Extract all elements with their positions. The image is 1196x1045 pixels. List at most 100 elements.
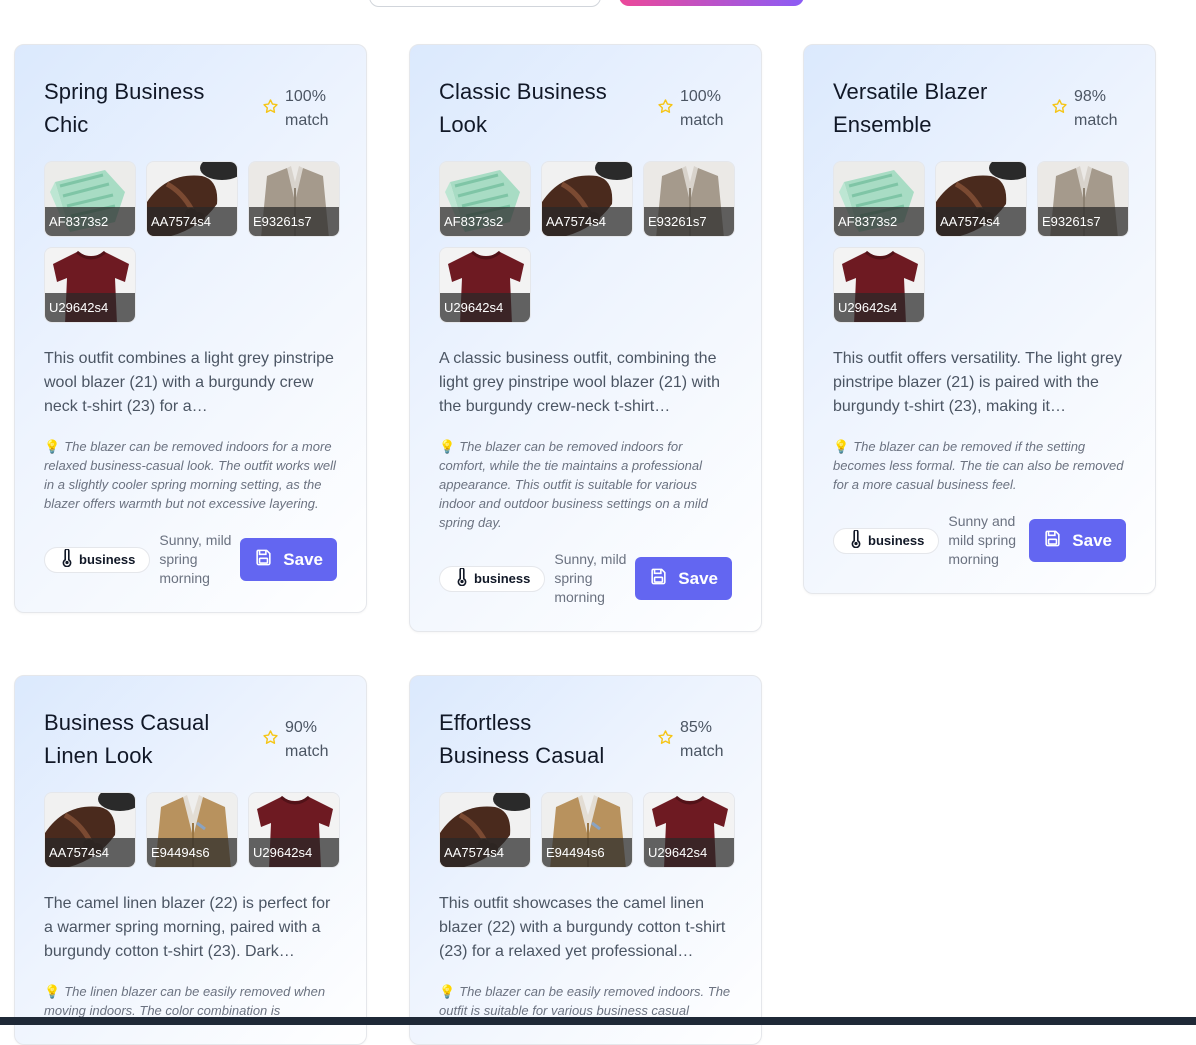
item-thumbnail[interactable]: AA7574s4	[146, 161, 238, 237]
outfit-description: This outfit combines a light grey pinstr…	[44, 350, 334, 415]
item-thumbnail[interactable]: U29642s4	[643, 792, 735, 868]
card-header: Versatile Blazer Ensemble 98% match	[833, 75, 1126, 141]
card-footer: business Sunny, mild spring morning Save	[439, 550, 732, 607]
weather-text: Sunny and mild spring morning	[948, 513, 1017, 567]
outfit-card: Spring Business Chic 100% match AF8373s2…	[14, 44, 367, 613]
item-thumbnail[interactable]: E93261s7	[1037, 161, 1129, 237]
tip-text: The blazer can be removed indoors for co…	[439, 439, 708, 530]
save-button[interactable]: Save	[1029, 519, 1126, 562]
thermometer-icon	[850, 529, 862, 551]
styling-tip: 💡 The blazer can be removed indoors for c…	[439, 437, 732, 532]
item-code: AA7574s4	[45, 838, 135, 867]
match-score: 100% match	[657, 85, 732, 133]
save-label: Save	[283, 549, 323, 569]
item-thumbnails: AF8373s2 AA7574s4 E93261s7 U29642s4	[833, 161, 1133, 323]
item-thumbnail[interactable]: AA7574s4	[935, 161, 1027, 237]
outfit-title: Business Casual Linen Look	[44, 710, 210, 768]
match-score: 100% match	[262, 85, 337, 133]
item-thumbnail[interactable]: AF8373s2	[833, 161, 925, 237]
occasion-tag: business	[44, 546, 151, 573]
card-header: Spring Business Chic 100% match	[44, 75, 337, 141]
save-button[interactable]: Save	[635, 557, 732, 600]
star-icon	[657, 98, 674, 120]
styling-tip: 💡 The blazer can be removed if the settin…	[833, 437, 1126, 494]
card-header: Classic Business Look 100% match	[439, 75, 732, 141]
lightbulb-icon: 💡	[833, 439, 850, 454]
card-header: Business Casual Linen Look 90% match	[44, 706, 337, 772]
item-thumbnails: AF8373s2 AA7574s4 E93261s7 U29642s4	[44, 161, 344, 323]
save-label: Save	[1072, 530, 1112, 550]
star-icon	[1051, 98, 1068, 120]
top-action-button[interactable]	[619, 0, 804, 6]
card-footer: business Sunny, mild spring morning Save	[44, 531, 337, 588]
match-text: 90% match	[285, 719, 329, 760]
match-text: 98% match	[1074, 88, 1118, 129]
lightbulb-icon: 💡	[44, 984, 61, 999]
outfit-description: This outfit offers versatility. The ligh…	[833, 350, 1123, 415]
item-code: E93261s7	[1038, 207, 1128, 236]
star-icon	[262, 729, 279, 751]
save-icon	[649, 567, 668, 591]
outfit-title: Classic Business Look	[439, 79, 607, 137]
item-code: AA7574s4	[440, 838, 530, 867]
item-code: AF8373s2	[45, 207, 135, 236]
item-thumbnail[interactable]: AF8373s2	[44, 161, 136, 237]
item-thumbnail[interactable]: U29642s4	[248, 792, 340, 868]
match-score: 85% match	[657, 716, 732, 764]
item-thumbnail[interactable]: E93261s7	[248, 161, 340, 237]
outfit-card: Business Casual Linen Look 90% match AA7…	[14, 675, 367, 1045]
lightbulb-icon: 💡	[439, 439, 456, 454]
outfit-title: Spring Business Chic	[44, 79, 205, 137]
styling-tip: 💡 The blazer can be easily removed indoor…	[439, 982, 732, 1020]
outfit-title: Effortless Business Casual	[439, 710, 605, 768]
item-thumbnail[interactable]: E94494s6	[146, 792, 238, 868]
item-thumbnail[interactable]: AA7574s4	[44, 792, 136, 868]
item-thumbnail[interactable]: E94494s6	[541, 792, 633, 868]
item-code: AF8373s2	[834, 207, 924, 236]
outfit-description: A classic business outfit, combining the…	[439, 350, 721, 415]
occasion-tag: business	[439, 565, 546, 592]
item-thumbnail[interactable]: U29642s4	[833, 247, 925, 323]
item-code: U29642s4	[249, 838, 339, 867]
occasion-label: business	[868, 533, 925, 548]
thermometer-icon	[456, 567, 468, 589]
item-code: AA7574s4	[936, 207, 1026, 236]
card-header: Effortless Business Casual 85% match	[439, 706, 732, 772]
save-label: Save	[678, 568, 718, 588]
weather-text: Sunny, mild spring morning	[159, 532, 232, 586]
match-text: 100% match	[680, 88, 724, 129]
outfit-card: Versatile Blazer Ensemble 98% match AF83…	[803, 44, 1156, 594]
save-icon	[1043, 529, 1062, 553]
item-code: E94494s6	[147, 838, 237, 867]
item-code: U29642s4	[644, 838, 734, 867]
match-text: 85% match	[680, 719, 724, 760]
item-thumbnail[interactable]: AA7574s4	[541, 161, 633, 237]
item-thumbnail[interactable]: AF8373s2	[439, 161, 531, 237]
item-code: U29642s4	[440, 293, 530, 322]
item-code: U29642s4	[834, 293, 924, 322]
match-score: 98% match	[1051, 85, 1126, 133]
weather-text: Sunny, mild spring morning	[554, 551, 627, 605]
item-thumbnail[interactable]: U29642s4	[44, 247, 136, 323]
outfit-title: Versatile Blazer Ensemble	[833, 79, 988, 137]
star-icon	[262, 98, 279, 120]
save-icon	[254, 548, 273, 572]
item-code: E93261s7	[644, 207, 734, 236]
occasion-tag: business	[833, 527, 940, 554]
item-code: E94494s6	[542, 838, 632, 867]
outfit-card: Classic Business Look 100% match AF8373s…	[409, 44, 762, 632]
match-score: 90% match	[262, 716, 337, 764]
styling-tip: 💡 The blazer can be removed indoors for a…	[44, 437, 337, 513]
save-button[interactable]: Save	[240, 538, 337, 581]
item-thumbnails: AF8373s2 AA7574s4 E93261s7 U29642s4	[439, 161, 739, 323]
outfit-card: Effortless Business Casual 85% match AA7…	[409, 675, 762, 1045]
item-thumbnail[interactable]: E93261s7	[643, 161, 735, 237]
top-input-field[interactable]	[369, 0, 601, 7]
item-code: E93261s7	[249, 207, 339, 236]
item-thumbnail[interactable]: AA7574s4	[439, 792, 531, 868]
item-code: AA7574s4	[542, 207, 632, 236]
item-thumbnail[interactable]: U29642s4	[439, 247, 531, 323]
item-thumbnails: AA7574s4 E94494s6 U29642s4	[439, 792, 739, 868]
bottom-bar	[0, 1017, 1196, 1025]
match-text: 100% match	[285, 88, 329, 129]
